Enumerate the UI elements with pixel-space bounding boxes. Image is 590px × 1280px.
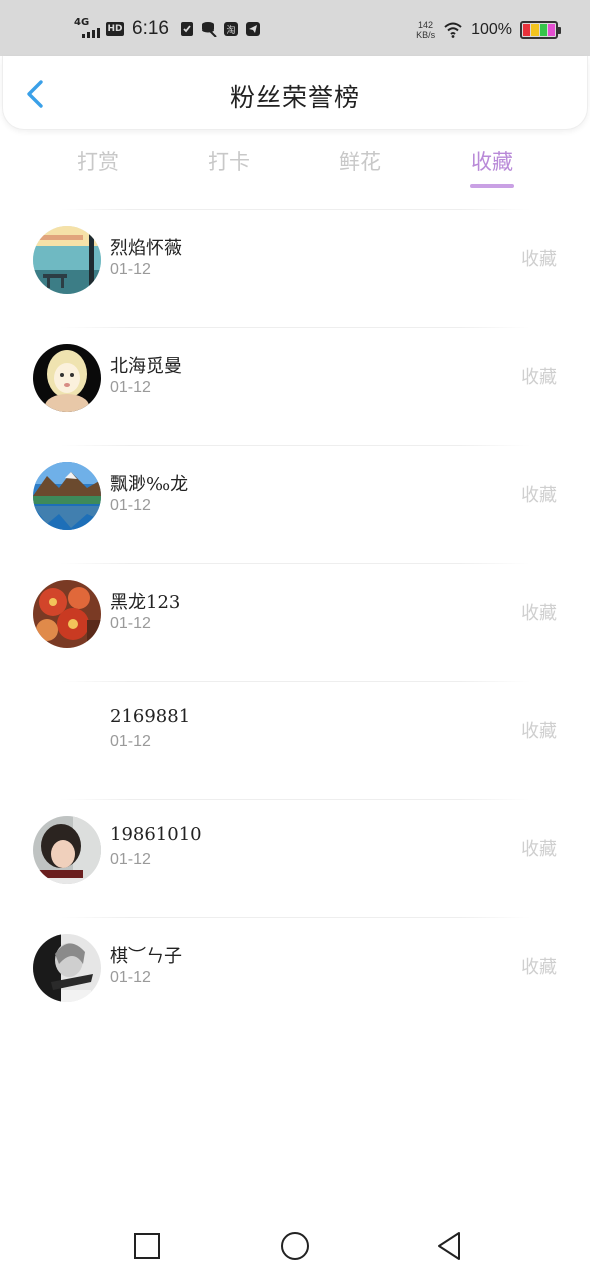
fan-action: 收藏	[521, 485, 557, 506]
home-button[interactable]	[277, 1228, 313, 1264]
fan-date: 01-12	[110, 615, 151, 632]
fan-name: 飘渺‰龙	[110, 474, 189, 495]
list-item[interactable]: 2169881 01-12 收藏	[0, 672, 590, 790]
fan-action: 收藏	[521, 367, 557, 388]
status-right: 142 KB/s 100%	[416, 20, 561, 40]
fan-date: 01-12	[110, 969, 151, 986]
tab-reward[interactable]: 打赏	[63, 146, 133, 176]
fan-action: 收藏	[521, 721, 557, 742]
list-item[interactable]: 黑龙123 01-12 收藏	[0, 554, 590, 672]
status-left: 4G HD 6:16 淘	[74, 18, 261, 40]
back-nav-button[interactable]	[431, 1228, 467, 1264]
check-shield-icon	[180, 22, 193, 36]
fan-action: 收藏	[521, 249, 557, 270]
tab-flowers[interactable]: 鲜花	[325, 146, 395, 176]
svg-text:淘: 淘	[226, 24, 235, 36]
fan-date: 01-12	[110, 261, 151, 278]
bw-portrait-avatar	[33, 934, 101, 1002]
home-circle-icon	[281, 1232, 309, 1260]
wifi-icon	[444, 22, 462, 38]
network-type: 4G	[74, 17, 90, 28]
speed-unit: KB/s	[416, 30, 436, 40]
list-item[interactable]: 飘渺‰龙 01-12 收藏	[0, 436, 590, 554]
portrait-avatar	[33, 816, 101, 884]
list-item[interactable]: 19861010 01-12 收藏	[0, 790, 590, 908]
fan-action: 收藏	[521, 957, 557, 978]
red-flower-avatar	[33, 580, 101, 648]
fan-date: 01-12	[110, 379, 151, 396]
tab-checkin[interactable]: 打卡	[194, 146, 264, 176]
fan-date: 01-12	[110, 733, 151, 750]
fan-action: 收藏	[521, 839, 557, 860]
status-bar: 4G HD 6:16 淘 142 KB/s 100%	[0, 0, 590, 56]
hd-icon: HD	[106, 22, 124, 36]
lake-mountain-avatar	[33, 462, 101, 530]
fan-action: 收藏	[521, 603, 557, 624]
battery-icon	[520, 21, 561, 39]
fan-name: 19861010	[110, 824, 202, 845]
recents-square-icon	[134, 1233, 160, 1259]
page-title: 粉丝荣誉榜	[229, 83, 360, 112]
header: 粉丝荣誉榜	[2, 56, 588, 130]
fan-name: 2169881	[110, 706, 191, 727]
list-item[interactable]: 棋︶ㄣ子 01-12 收藏	[0, 908, 590, 1026]
fan-list: 烈焰怀薇 01-12 收藏 北海觅曼 01-12 收藏 飘渺‰龙 01-12 收…	[0, 200, 590, 1026]
network-speed: 142 KB/s	[416, 20, 435, 40]
anime-girl-avatar	[33, 344, 101, 412]
telegram-icon	[245, 22, 260, 36]
seaside-avatar	[33, 226, 101, 294]
tab-bar: 打赏 打卡 鲜花 收藏	[0, 140, 590, 190]
system-nav-bar	[0, 1210, 590, 1280]
recents-button[interactable]	[129, 1228, 165, 1264]
fan-name: 黑龙123	[110, 592, 181, 613]
list-item[interactable]: 北海觅曼 01-12 收藏	[0, 318, 590, 436]
fan-date: 01-12	[110, 497, 151, 514]
list-item[interactable]: 烈焰怀薇 01-12 收藏	[0, 200, 590, 318]
back-triangle-icon	[438, 1232, 460, 1260]
battery-percent: 100%	[471, 21, 512, 38]
tab-favorites[interactable]: 收藏	[457, 146, 527, 176]
fan-name: 棋︶ㄣ子	[110, 946, 182, 967]
fan-name: 北海觅曼	[110, 356, 182, 377]
signal-icon: 4G	[74, 18, 100, 40]
speed-value: 142	[418, 20, 434, 30]
active-tab-indicator	[470, 184, 514, 188]
fan-name: 烈焰怀薇	[110, 238, 182, 259]
taobao-icon: 淘	[223, 22, 238, 36]
data-icon	[201, 22, 217, 37]
fan-date: 01-12	[110, 851, 151, 868]
status-time: 6:16	[132, 18, 169, 39]
